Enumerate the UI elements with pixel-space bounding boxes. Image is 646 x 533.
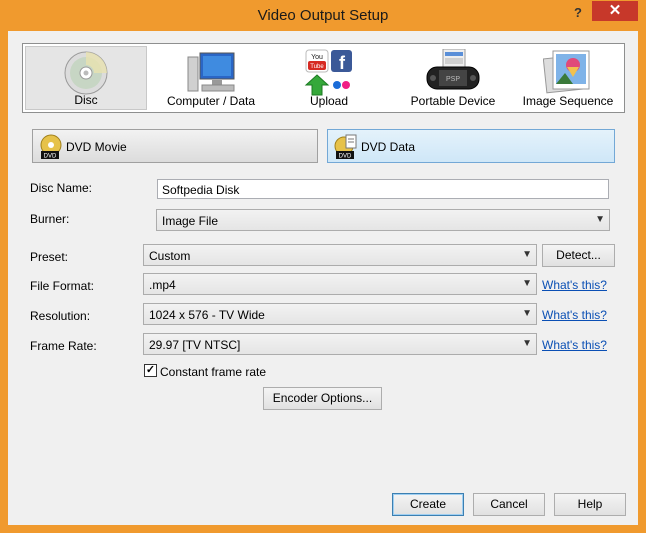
dvd-movie-button[interactable]: DVD DVD Movie [32, 129, 318, 163]
disc-icon [64, 51, 108, 95]
cancel-button[interactable]: Cancel [473, 493, 545, 516]
burner-select[interactable]: Image File ▼ [156, 209, 610, 231]
file-format-select[interactable]: .mp4 ▼ [143, 273, 537, 295]
resolution-label: Resolution: [30, 309, 91, 323]
preset-label: Preset: [30, 250, 69, 264]
resolution-whats-this-link[interactable]: What's this? [542, 308, 607, 322]
category-label: Computer / Data [166, 94, 256, 108]
dvd-movie-label: DVD Movie [66, 140, 127, 154]
disc-name-label: Disc Name: [30, 181, 93, 195]
dvd-data-icon: DVD [334, 134, 357, 160]
file-format-value: .mp4 [149, 278, 176, 292]
svg-text:You: You [311, 54, 323, 61]
category-label: Disc [74, 93, 98, 107]
resolution-select[interactable]: 1024 x 576 - TV Wide ▼ [143, 303, 537, 325]
file-format-whats-this-link[interactable]: What's this? [542, 278, 607, 292]
dialog-client-area: Disc Computer / Data You Tube f Upload P… [8, 31, 638, 525]
preset-value: Custom [149, 249, 191, 263]
computer-icon [187, 52, 235, 92]
category-label: Portable Device [410, 94, 496, 108]
chevron-down-icon: ▼ [522, 308, 532, 319]
dvd-movie-icon: DVD [40, 134, 62, 160]
svg-text:DVD: DVD [44, 154, 57, 160]
detect-button[interactable]: Detect... [542, 244, 615, 267]
category-portable-device[interactable]: PSP Portable Device [393, 46, 513, 110]
title-bar[interactable]: Video Output Setup ? ✕ [0, 0, 646, 30]
svg-text:f: f [339, 53, 346, 73]
image-sequence-icon [543, 50, 590, 94]
frame-rate-value: 29.97 [TV NTSC] [149, 338, 241, 352]
dvd-data-button[interactable]: DVD DVD Data [327, 129, 615, 163]
category-upload[interactable]: You Tube f Upload [279, 46, 379, 110]
frame-rate-label: Frame Rate: [30, 339, 97, 353]
svg-text:PSP: PSP [446, 76, 460, 83]
chevron-down-icon: ▼ [522, 249, 532, 260]
preset-select[interactable]: Custom ▼ [143, 244, 537, 266]
create-button[interactable]: Create [392, 493, 464, 516]
resolution-value: 1024 x 576 - TV Wide [149, 308, 265, 322]
category-disc[interactable]: Disc [25, 46, 147, 110]
disc-name-input[interactable]: Softpedia Disk [157, 179, 609, 199]
chevron-down-icon: ▼ [595, 214, 605, 225]
category-computer-data[interactable]: Computer / Data [151, 46, 271, 110]
help-icon[interactable]: ? [571, 5, 585, 21]
category-label: Image Sequence [522, 94, 614, 108]
dvd-data-label: DVD Data [361, 140, 416, 154]
close-button[interactable]: ✕ [592, 1, 638, 21]
constant-frame-rate-label[interactable]: Constant frame rate [160, 365, 266, 379]
burner-label: Burner: [30, 212, 70, 226]
chevron-down-icon: ▼ [522, 338, 532, 349]
upload-icon: You Tube f [304, 49, 352, 96]
window-title: Video Output Setup [257, 7, 389, 24]
category-label: Upload [309, 94, 349, 108]
help-button[interactable]: Help [554, 493, 626, 516]
file-format-label: File Format: [30, 279, 95, 293]
encoder-options-button[interactable]: Encoder Options... [263, 387, 382, 410]
category-image-sequence[interactable]: Image Sequence [515, 46, 621, 110]
frame-rate-whats-this-link[interactable]: What's this? [542, 338, 607, 352]
constant-frame-rate-checkbox[interactable]: ✓ [144, 364, 157, 377]
burner-value: Image File [162, 214, 219, 228]
svg-text:DVD: DVD [339, 154, 352, 160]
portable-device-icon: PSP [426, 49, 480, 90]
video-output-setup-window: Video Output Setup ? ✕ Disc Computer / D… [0, 0, 646, 533]
frame-rate-select[interactable]: 29.97 [TV NTSC] ▼ [143, 333, 537, 355]
chevron-down-icon: ▼ [522, 278, 532, 289]
output-category-bar: Disc Computer / Data You Tube f Upload P… [22, 43, 625, 113]
svg-text:Tube: Tube [310, 64, 324, 70]
